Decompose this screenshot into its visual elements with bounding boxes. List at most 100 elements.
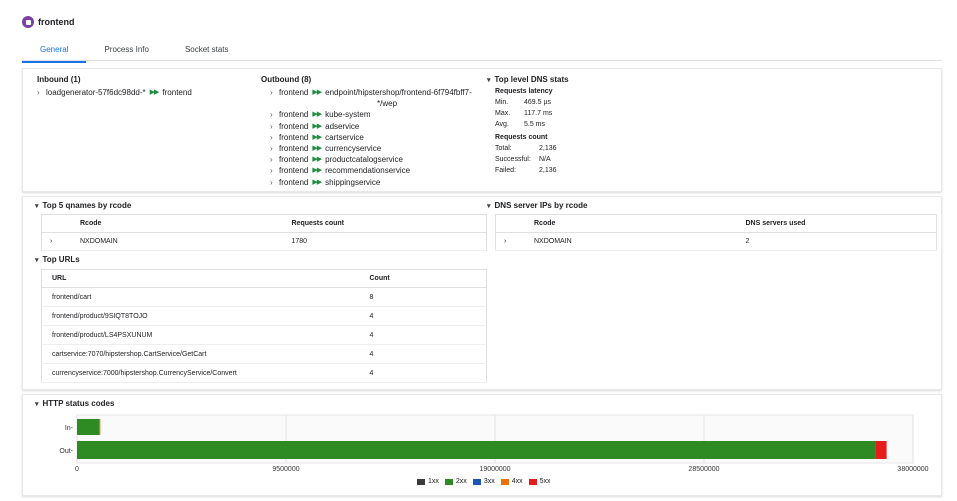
outbound-heading: Outbound (8)	[261, 75, 312, 84]
table-row[interactable]: cartservice:7070/hipstershop.CartService…	[41, 344, 487, 364]
outbound-target: recommendationservice	[325, 166, 411, 176]
bar-segment	[77, 419, 99, 435]
outbound-item[interactable]: › frontend ▶▶ shippingservice	[270, 177, 472, 188]
dns-stats-heading: Top level DNS stats	[494, 75, 569, 84]
arrow-icon: ▶▶	[312, 167, 322, 175]
count-value: 1780	[281, 232, 487, 251]
url-value: frontend/product/LS4PSXUNUM	[41, 325, 360, 345]
count-value: 4	[359, 306, 487, 326]
outbound-source: frontend	[279, 121, 309, 131]
table-header-row: Rcode DNS servers used	[495, 214, 937, 233]
dns-servers-toggle[interactable]: ▾ DNS server IPs by rcode	[487, 201, 587, 210]
table-row[interactable]: › NXDOMAIN 2	[495, 232, 937, 251]
count-value: 2	[735, 232, 937, 251]
outbound-source: frontend	[279, 132, 309, 142]
outbound-item[interactable]: › frontend ▶▶ productcatalogservice	[270, 154, 472, 165]
chevron-right-icon[interactable]: ›	[504, 238, 534, 245]
arrow-icon: ▶▶	[149, 89, 160, 96]
legend-swatch	[528, 478, 537, 485]
legend-label[interactable]: 3xx	[484, 478, 495, 485]
chevron-right-icon[interactable]: ›	[37, 87, 46, 98]
chevron-right-icon[interactable]: ›	[270, 143, 279, 154]
table-header-row: Rcode Requests count	[41, 214, 487, 233]
qnames-table: Rcode Requests count › NXDOMAIN 1780	[41, 214, 487, 251]
dns-stats-toggle[interactable]: ▾ Top level DNS stats	[487, 75, 569, 84]
chevron-down-icon: ▾	[487, 202, 491, 210]
outbound-section: Outbound (8) › frontend ▶▶ endpoint/hips…	[261, 75, 472, 188]
table-cell: › NXDOMAIN	[495, 232, 736, 251]
inbound-item[interactable]: › loadgenerator-57f6dc98dd-* ▶▶ frontend	[37, 87, 192, 98]
stat-key: Successful:	[495, 156, 531, 163]
outbound-source: frontend	[279, 88, 309, 97]
chevron-right-icon[interactable]: ›	[270, 109, 279, 120]
y-category-label: In-	[65, 425, 74, 432]
outbound-target: kube-system	[325, 110, 371, 120]
legend-swatch	[500, 478, 509, 485]
outbound-item[interactable]: › frontend ▶▶ kube-system	[270, 109, 472, 120]
dns-servers-table: Rcode DNS servers used › NXDOMAIN 2	[495, 214, 937, 251]
arrow-icon: ▶▶	[312, 89, 322, 96]
outbound-target: endpoint/hipstershop/frontend-6f794fbff7…	[325, 88, 472, 97]
qnames-toggle[interactable]: ▾ Top 5 qnames by rcode	[35, 201, 131, 210]
outbound-source: frontend	[279, 110, 309, 120]
page-title: frontend	[38, 17, 75, 27]
chevron-right-icon[interactable]: ›	[50, 238, 80, 245]
table-header-row: URL Count	[41, 269, 487, 288]
outbound-item[interactable]: › frontend ▶▶ cartservice	[270, 132, 472, 143]
outbound-item[interactable]: › frontend ▶▶ recommendationservice	[270, 165, 472, 176]
chevron-right-icon[interactable]: ›	[270, 87, 279, 98]
url-value: frontend/product/9SIQT8TOJO	[41, 306, 360, 326]
rcode-value: NXDOMAIN	[80, 238, 118, 245]
inbound-heading: Inbound (1)	[37, 75, 81, 84]
outbound-item[interactable]: › frontend ▶▶ endpoint/hipstershop/front…	[270, 87, 472, 98]
outbound-target: productcatalogservice	[325, 155, 403, 165]
url-value: cartservice:7070/hipstershop.CartService…	[41, 344, 360, 364]
column-header: Requests count	[281, 214, 487, 233]
dns-servers-heading: DNS server IPs by rcode	[494, 201, 588, 210]
stat-key: Min.	[495, 99, 509, 106]
arrow-icon: ▶▶	[312, 133, 322, 141]
inbound-source: loadgenerator-57f6dc98dd-*	[46, 88, 146, 97]
outbound-target-cont: */wep	[377, 99, 398, 109]
chevron-right-icon[interactable]: ›	[270, 121, 279, 132]
stat-value: 117.7 ms	[524, 110, 553, 117]
outbound-source: frontend	[279, 155, 309, 165]
service-icon	[22, 16, 34, 28]
top-urls-table: URL Count frontend/cart 8 frontend/produc…	[41, 269, 487, 383]
chevron-down-icon: ▾	[35, 256, 39, 264]
chevron-right-icon[interactable]: ›	[270, 165, 279, 176]
table-row[interactable]: frontend/product/LS4PSXUNUM 4	[41, 325, 487, 345]
qnames-heading: Top 5 qnames by rcode	[42, 201, 132, 210]
table-row[interactable]: frontend/cart 8	[41, 287, 487, 307]
latency-row: Max. 117.7 ms	[495, 108, 569, 119]
arrow-icon: ▶▶	[312, 145, 322, 153]
table-cell: › NXDOMAIN	[41, 232, 282, 251]
tab-divider	[22, 60, 942, 61]
legend-label[interactable]: 1xx	[428, 478, 439, 485]
table-row[interactable]: frontend/product/9SIQT8TOJO 4	[41, 306, 487, 326]
table-row[interactable]: currencyservice:7000/hipstershop.Currenc…	[41, 363, 487, 383]
chevron-right-icon[interactable]: ›	[270, 154, 279, 165]
stat-key: Max.	[495, 110, 511, 117]
outbound-item[interactable]: › frontend ▶▶ adservice	[270, 121, 472, 132]
legend-label[interactable]: 2xx	[456, 478, 467, 485]
count-value: 4	[359, 363, 487, 383]
column-header: Rcode	[495, 214, 736, 233]
dns-stats-section: ▾ Top level DNS stats Requests latency M…	[487, 75, 569, 176]
chevron-right-icon[interactable]: ›	[270, 132, 279, 143]
outbound-target: adservice	[325, 121, 360, 131]
outbound-item[interactable]: › frontend ▶▶ currencyservice	[270, 143, 472, 154]
count-row: Failed: 2,136	[495, 165, 569, 176]
chevron-right-icon[interactable]: ›	[270, 177, 279, 188]
table-row[interactable]: › NXDOMAIN 1780	[41, 232, 487, 251]
outbound-source: frontend	[279, 177, 309, 187]
latency-row: Avg. 5.5 ms	[495, 119, 569, 130]
legend-label[interactable]: 5xx	[540, 478, 551, 485]
bar-segment	[99, 419, 101, 435]
connections-card: Inbound (1) › loadgenerator-57f6dc98dd-*…	[22, 68, 942, 192]
bar-segment	[77, 441, 876, 459]
chevron-down-icon: ▾	[487, 76, 491, 84]
legend-label[interactable]: 4xx	[512, 478, 523, 485]
top-urls-toggle[interactable]: ▾ Top URLs	[35, 255, 80, 264]
stat-key: Failed:	[495, 167, 517, 174]
